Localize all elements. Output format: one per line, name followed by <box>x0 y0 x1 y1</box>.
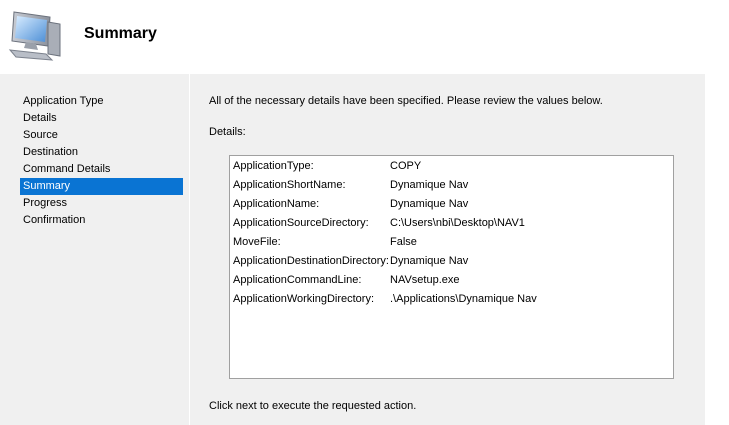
detail-value: False <box>390 236 417 248</box>
sidebar-item-source[interactable]: Source <box>20 127 183 144</box>
detail-key: ApplicationType: <box>233 160 314 172</box>
detail-key: MoveFile: <box>233 236 281 248</box>
detail-key: ApplicationName: <box>233 198 320 210</box>
wizard-step-list: Application Type Details Source Destinat… <box>0 74 190 425</box>
detail-value: Dynamique Nav <box>390 255 469 267</box>
sidebar-item-progress[interactable]: Progress <box>20 195 183 212</box>
sidebar-item-command-details[interactable]: Command Details <box>20 161 183 178</box>
summary-content: All of the necessary details have been s… <box>189 74 705 425</box>
detail-key: ApplicationSourceDirectory: <box>233 217 369 229</box>
detail-value: NAVsetup.exe <box>390 274 460 286</box>
detail-value: Dynamique Nav <box>390 179 469 191</box>
sidebar-item-confirmation[interactable]: Confirmation <box>20 212 183 229</box>
page-title: Summary <box>84 25 157 42</box>
intro-text: All of the necessary details have been s… <box>209 95 603 107</box>
sidebar-item-application-type[interactable]: Application Type <box>20 93 183 110</box>
sidebar-item-details[interactable]: Details <box>20 110 183 127</box>
detail-value: COPY <box>390 160 422 172</box>
detail-value: Dynamique Nav <box>390 198 469 210</box>
wizard-header: Summary <box>0 0 729 74</box>
detail-key: ApplicationDestinationDirectory: <box>233 255 389 267</box>
detail-key: ApplicationCommandLine: <box>233 274 362 286</box>
sidebar-item-summary[interactable]: Summary <box>20 178 183 195</box>
details-label: Details: <box>209 126 246 138</box>
footer-instruction: Click next to execute the requested acti… <box>209 400 417 412</box>
detail-key: ApplicationShortName: <box>233 179 346 191</box>
details-textbox[interactable]: ApplicationType: COPY ApplicationShortNa… <box>229 155 674 379</box>
detail-value: C:\Users\nbi\Desktop\NAV1 <box>390 217 525 229</box>
wizard-body: Application Type Details Source Destinat… <box>0 74 705 425</box>
detail-key: ApplicationWorkingDirectory: <box>233 293 375 305</box>
sidebar-item-destination[interactable]: Destination <box>20 144 183 161</box>
detail-value: .\Applications\Dynamique Nav <box>390 293 537 305</box>
computer-monitor-icon <box>6 8 64 64</box>
window-edge <box>705 74 729 425</box>
